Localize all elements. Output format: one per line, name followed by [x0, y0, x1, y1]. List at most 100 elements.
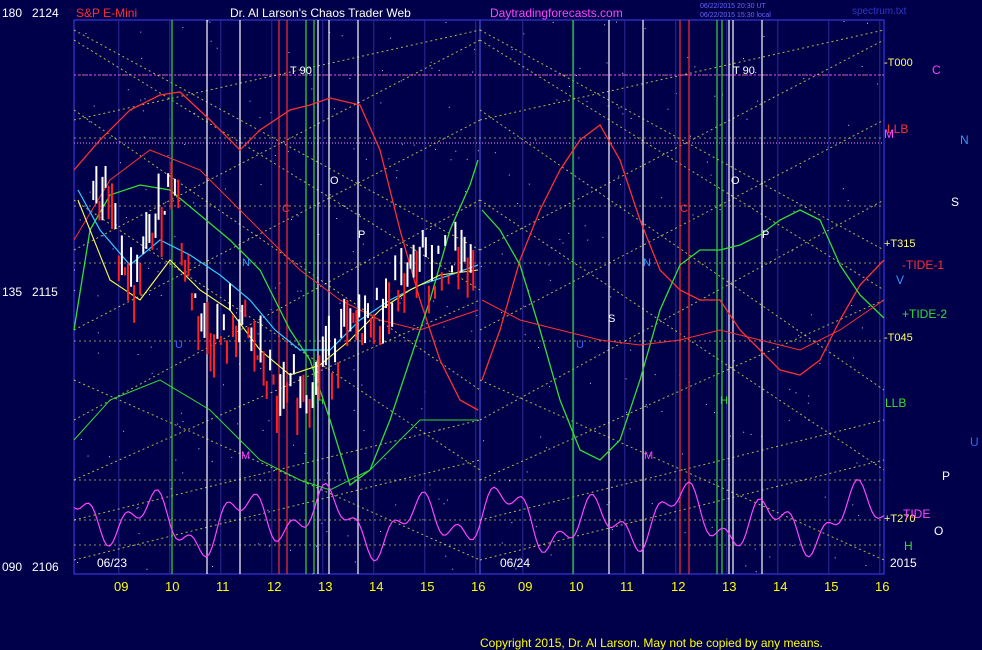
x-tick: 10	[165, 579, 179, 594]
label-tide-2: +TIDE-2	[902, 307, 947, 321]
star	[682, 453, 684, 455]
x-tick: 11	[620, 579, 634, 594]
star	[167, 155, 169, 157]
star	[546, 447, 548, 449]
star	[754, 548, 756, 550]
star	[445, 555, 447, 557]
star	[501, 542, 503, 544]
star	[400, 80, 402, 82]
glyph-n-icon: N	[960, 133, 969, 147]
star	[184, 144, 186, 146]
star	[74, 269, 76, 271]
chaos-trader-chart: 180 2124 S&P E-Mini Dr. Al Larson's Chao…	[0, 0, 982, 650]
star	[267, 509, 269, 511]
star	[755, 72, 757, 74]
star	[145, 189, 147, 191]
star	[788, 419, 790, 421]
star	[798, 334, 800, 336]
star	[146, 568, 148, 570]
o-marker: O	[731, 175, 740, 187]
star	[807, 402, 809, 404]
star	[689, 135, 691, 137]
star	[248, 238, 250, 240]
star	[141, 57, 143, 59]
star	[508, 174, 510, 176]
star	[476, 315, 478, 317]
star	[549, 279, 551, 281]
star	[579, 67, 581, 69]
star	[156, 248, 158, 250]
star	[260, 367, 262, 369]
star	[610, 296, 612, 298]
star	[568, 85, 570, 87]
star	[380, 531, 381, 533]
star	[443, 503, 445, 505]
star	[763, 36, 765, 38]
star	[297, 290, 299, 292]
star	[352, 251, 354, 253]
star	[321, 522, 323, 524]
star	[842, 188, 844, 190]
star	[79, 219, 81, 221]
star	[651, 503, 653, 505]
star	[523, 33, 525, 35]
star	[604, 24, 606, 26]
star	[471, 71, 473, 73]
star	[304, 452, 306, 454]
star	[450, 159, 452, 161]
star	[160, 295, 162, 297]
star	[326, 531, 328, 533]
left-bottom-angle: 090	[2, 560, 22, 574]
label-tide-1: -TIDE-1	[902, 258, 944, 272]
star	[618, 175, 620, 177]
star	[347, 535, 349, 537]
star	[501, 312, 503, 314]
star	[852, 504, 854, 506]
star	[430, 228, 432, 230]
left-mid-price: 2115	[32, 285, 58, 299]
star	[861, 65, 863, 67]
star	[789, 388, 791, 390]
star	[852, 357, 854, 359]
star	[365, 158, 367, 160]
star	[362, 243, 364, 245]
label-llb-green: LLB	[885, 396, 906, 410]
star	[843, 21, 845, 23]
star	[757, 100, 759, 102]
star	[216, 47, 218, 49]
star	[288, 52, 290, 54]
s-marker: S	[608, 313, 615, 325]
star	[511, 49, 513, 51]
star	[174, 236, 176, 238]
x-tick: 16	[875, 579, 889, 594]
star	[626, 411, 628, 413]
star	[443, 326, 445, 328]
star	[540, 436, 542, 438]
star	[494, 152, 496, 154]
u-marker: U	[175, 339, 183, 351]
star	[667, 108, 669, 110]
star	[353, 369, 355, 371]
t90-label: T 90	[290, 65, 312, 77]
star	[389, 37, 391, 39]
star	[354, 561, 356, 563]
m-marker: M	[644, 450, 653, 462]
star	[858, 514, 860, 516]
star	[236, 312, 238, 314]
x-tick: 14	[369, 579, 383, 594]
x-tick: 13	[318, 579, 332, 594]
star	[258, 543, 260, 545]
day-label-1: 06/23	[97, 556, 127, 570]
label-h-right: H	[904, 539, 913, 553]
star	[714, 95, 716, 97]
star	[292, 444, 294, 446]
star	[231, 456, 233, 458]
star	[661, 197, 663, 199]
star	[589, 382, 591, 384]
star	[97, 352, 99, 354]
star	[824, 496, 826, 498]
star	[210, 40, 212, 42]
star	[438, 498, 440, 500]
star	[112, 248, 114, 250]
day-label-2: 06/24	[500, 556, 530, 570]
